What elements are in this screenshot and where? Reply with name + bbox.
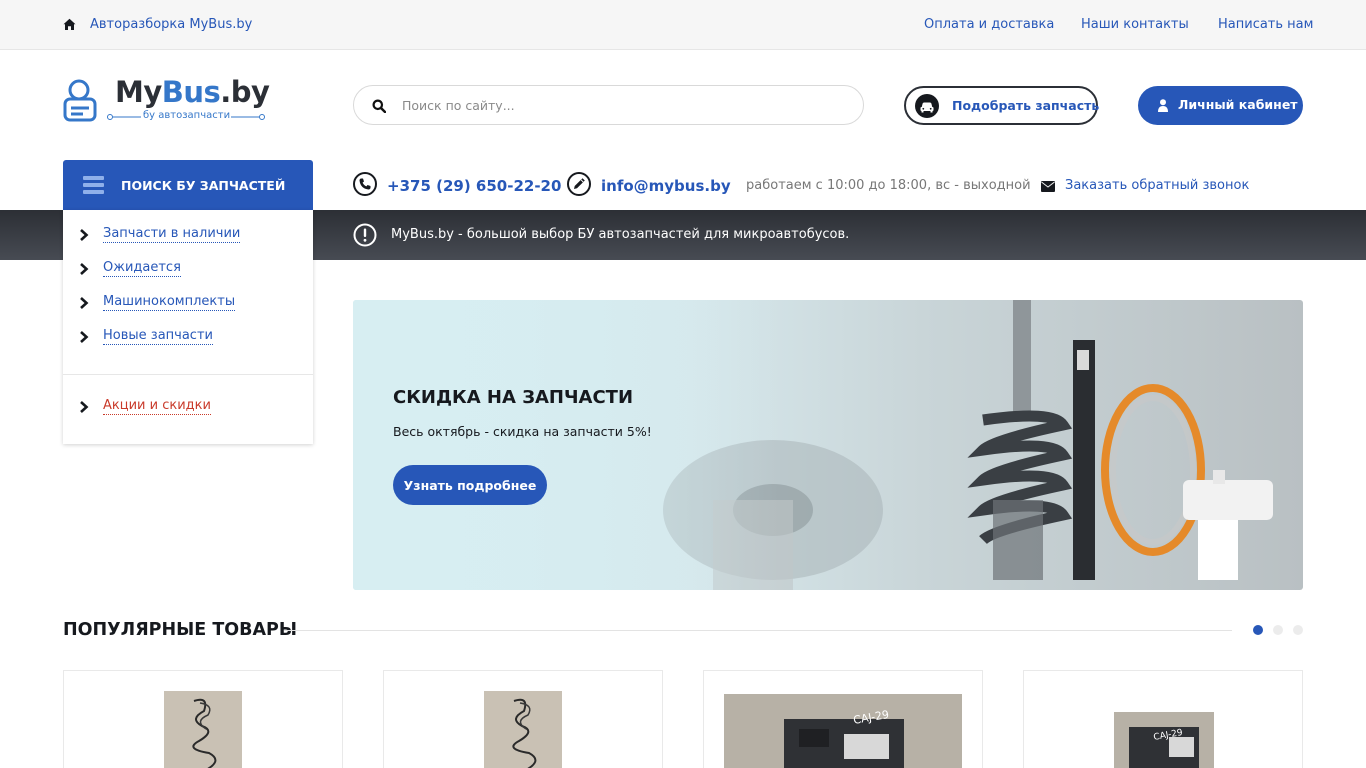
learn-more-button[interactable]: Узнать подробнее bbox=[393, 465, 547, 505]
car-icon bbox=[915, 94, 939, 118]
chevron-right-icon bbox=[80, 229, 89, 241]
phone-link[interactable]: +375 (29) 650-22-20 bbox=[387, 177, 561, 195]
catalog-item-label: Запчасти в наличии bbox=[103, 226, 241, 243]
product-image bbox=[164, 691, 242, 768]
logo-text-bus: Bus bbox=[161, 75, 221, 109]
personal-cabinet-label: Личный кабинет bbox=[1178, 97, 1298, 112]
write-us-link[interactable]: Написать нам bbox=[1218, 17, 1313, 32]
callback-link[interactable]: Заказать обратный звонок bbox=[1065, 178, 1249, 193]
carousel-dot-1[interactable] bbox=[1253, 625, 1263, 635]
catalog-menu: Запчасти в наличии Ожидается Машинокомпл… bbox=[63, 210, 313, 444]
learn-more-label: Узнать подробнее bbox=[403, 478, 537, 493]
phone-icon bbox=[353, 172, 377, 196]
banner-title: СКИДКА НА ЗАПЧАСТИ bbox=[393, 387, 634, 408]
home-icon[interactable] bbox=[63, 18, 76, 31]
banner-subtitle: Весь октябрь - скидка на запчасти 5%! bbox=[393, 424, 652, 439]
contacts-link[interactable]: Наши контакты bbox=[1081, 17, 1189, 32]
site-search bbox=[353, 85, 864, 125]
logo-wordmark: MyBus.by bbox=[115, 75, 270, 109]
breadcrumb-home-link[interactable]: Авторазборка MyBus.by bbox=[90, 17, 252, 32]
working-hours: работаем с 10:00 до 18:00, вс - выходной bbox=[746, 178, 1031, 193]
popular-products-title: ПОПУЛЯРНЫЕ ТОВАРЫ bbox=[63, 620, 297, 640]
chevron-right-icon bbox=[80, 263, 89, 275]
logo-tagline: бу автозапчасти bbox=[143, 110, 231, 121]
logo-text-by: .by bbox=[220, 75, 270, 109]
carousel-dot-2[interactable] bbox=[1273, 625, 1283, 635]
chevron-right-icon bbox=[80, 331, 89, 343]
search-input[interactable] bbox=[402, 94, 842, 116]
pick-part-button[interactable]: Подобрать запчасть bbox=[904, 86, 1100, 125]
product-card[interactable]: CAJ-29 bbox=[703, 670, 983, 768]
menu-icon bbox=[83, 176, 104, 194]
payment-delivery-link[interactable]: Оплата и доставка bbox=[924, 17, 1054, 32]
catalog-title: ПОИСК БУ ЗАПЧАСТЕЙ bbox=[121, 178, 286, 193]
exclamation-icon bbox=[353, 223, 377, 247]
auto-parts-image bbox=[353, 300, 1303, 590]
product-card[interactable] bbox=[383, 670, 663, 768]
product-image bbox=[484, 691, 562, 768]
user-icon bbox=[1158, 99, 1168, 112]
carousel-dot-3[interactable] bbox=[1293, 625, 1303, 635]
email-link[interactable]: info@mybus.by bbox=[601, 177, 731, 195]
catalog-header[interactable]: ПОИСК БУ ЗАПЧАСТЕЙ bbox=[63, 160, 313, 210]
promo-banner: СКИДКА НА ЗАПЧАСТИ Весь октябрь - скидка… bbox=[353, 300, 1303, 590]
catalog-divider bbox=[63, 374, 313, 375]
site-logo[interactable]: MyBus.by бу автозапчасти bbox=[63, 75, 273, 130]
product-image: CAJ-29 bbox=[724, 694, 962, 768]
logo-icon bbox=[63, 79, 97, 122]
product-card[interactable] bbox=[63, 670, 343, 768]
chevron-right-icon bbox=[80, 401, 89, 413]
top-bar: Авторазборка MyBus.by Оплата и доставка … bbox=[0, 0, 1366, 50]
pick-part-label: Подобрать запчасть bbox=[952, 98, 1100, 113]
product-card[interactable]: CAJ-29 bbox=[1023, 670, 1303, 768]
notice-text: MyBus.by - большой выбор БУ автозапчасте… bbox=[391, 227, 850, 242]
product-image: CAJ-29 bbox=[1114, 712, 1214, 768]
catalog-item-label: Новые запчасти bbox=[103, 328, 213, 345]
personal-cabinet-button[interactable]: Личный кабинет bbox=[1138, 86, 1303, 125]
catalog-item-label: Машинокомплекты bbox=[103, 294, 236, 311]
section-divider bbox=[284, 630, 1232, 631]
catalog-item-label: Ожидается bbox=[103, 260, 181, 277]
catalog-item-label: Акции и скидки bbox=[103, 398, 211, 415]
search-icon[interactable] bbox=[372, 99, 386, 113]
chevron-right-icon bbox=[80, 297, 89, 309]
pencil-icon bbox=[567, 172, 591, 196]
envelope-icon bbox=[1041, 181, 1055, 192]
logo-text-my: My bbox=[115, 75, 162, 109]
